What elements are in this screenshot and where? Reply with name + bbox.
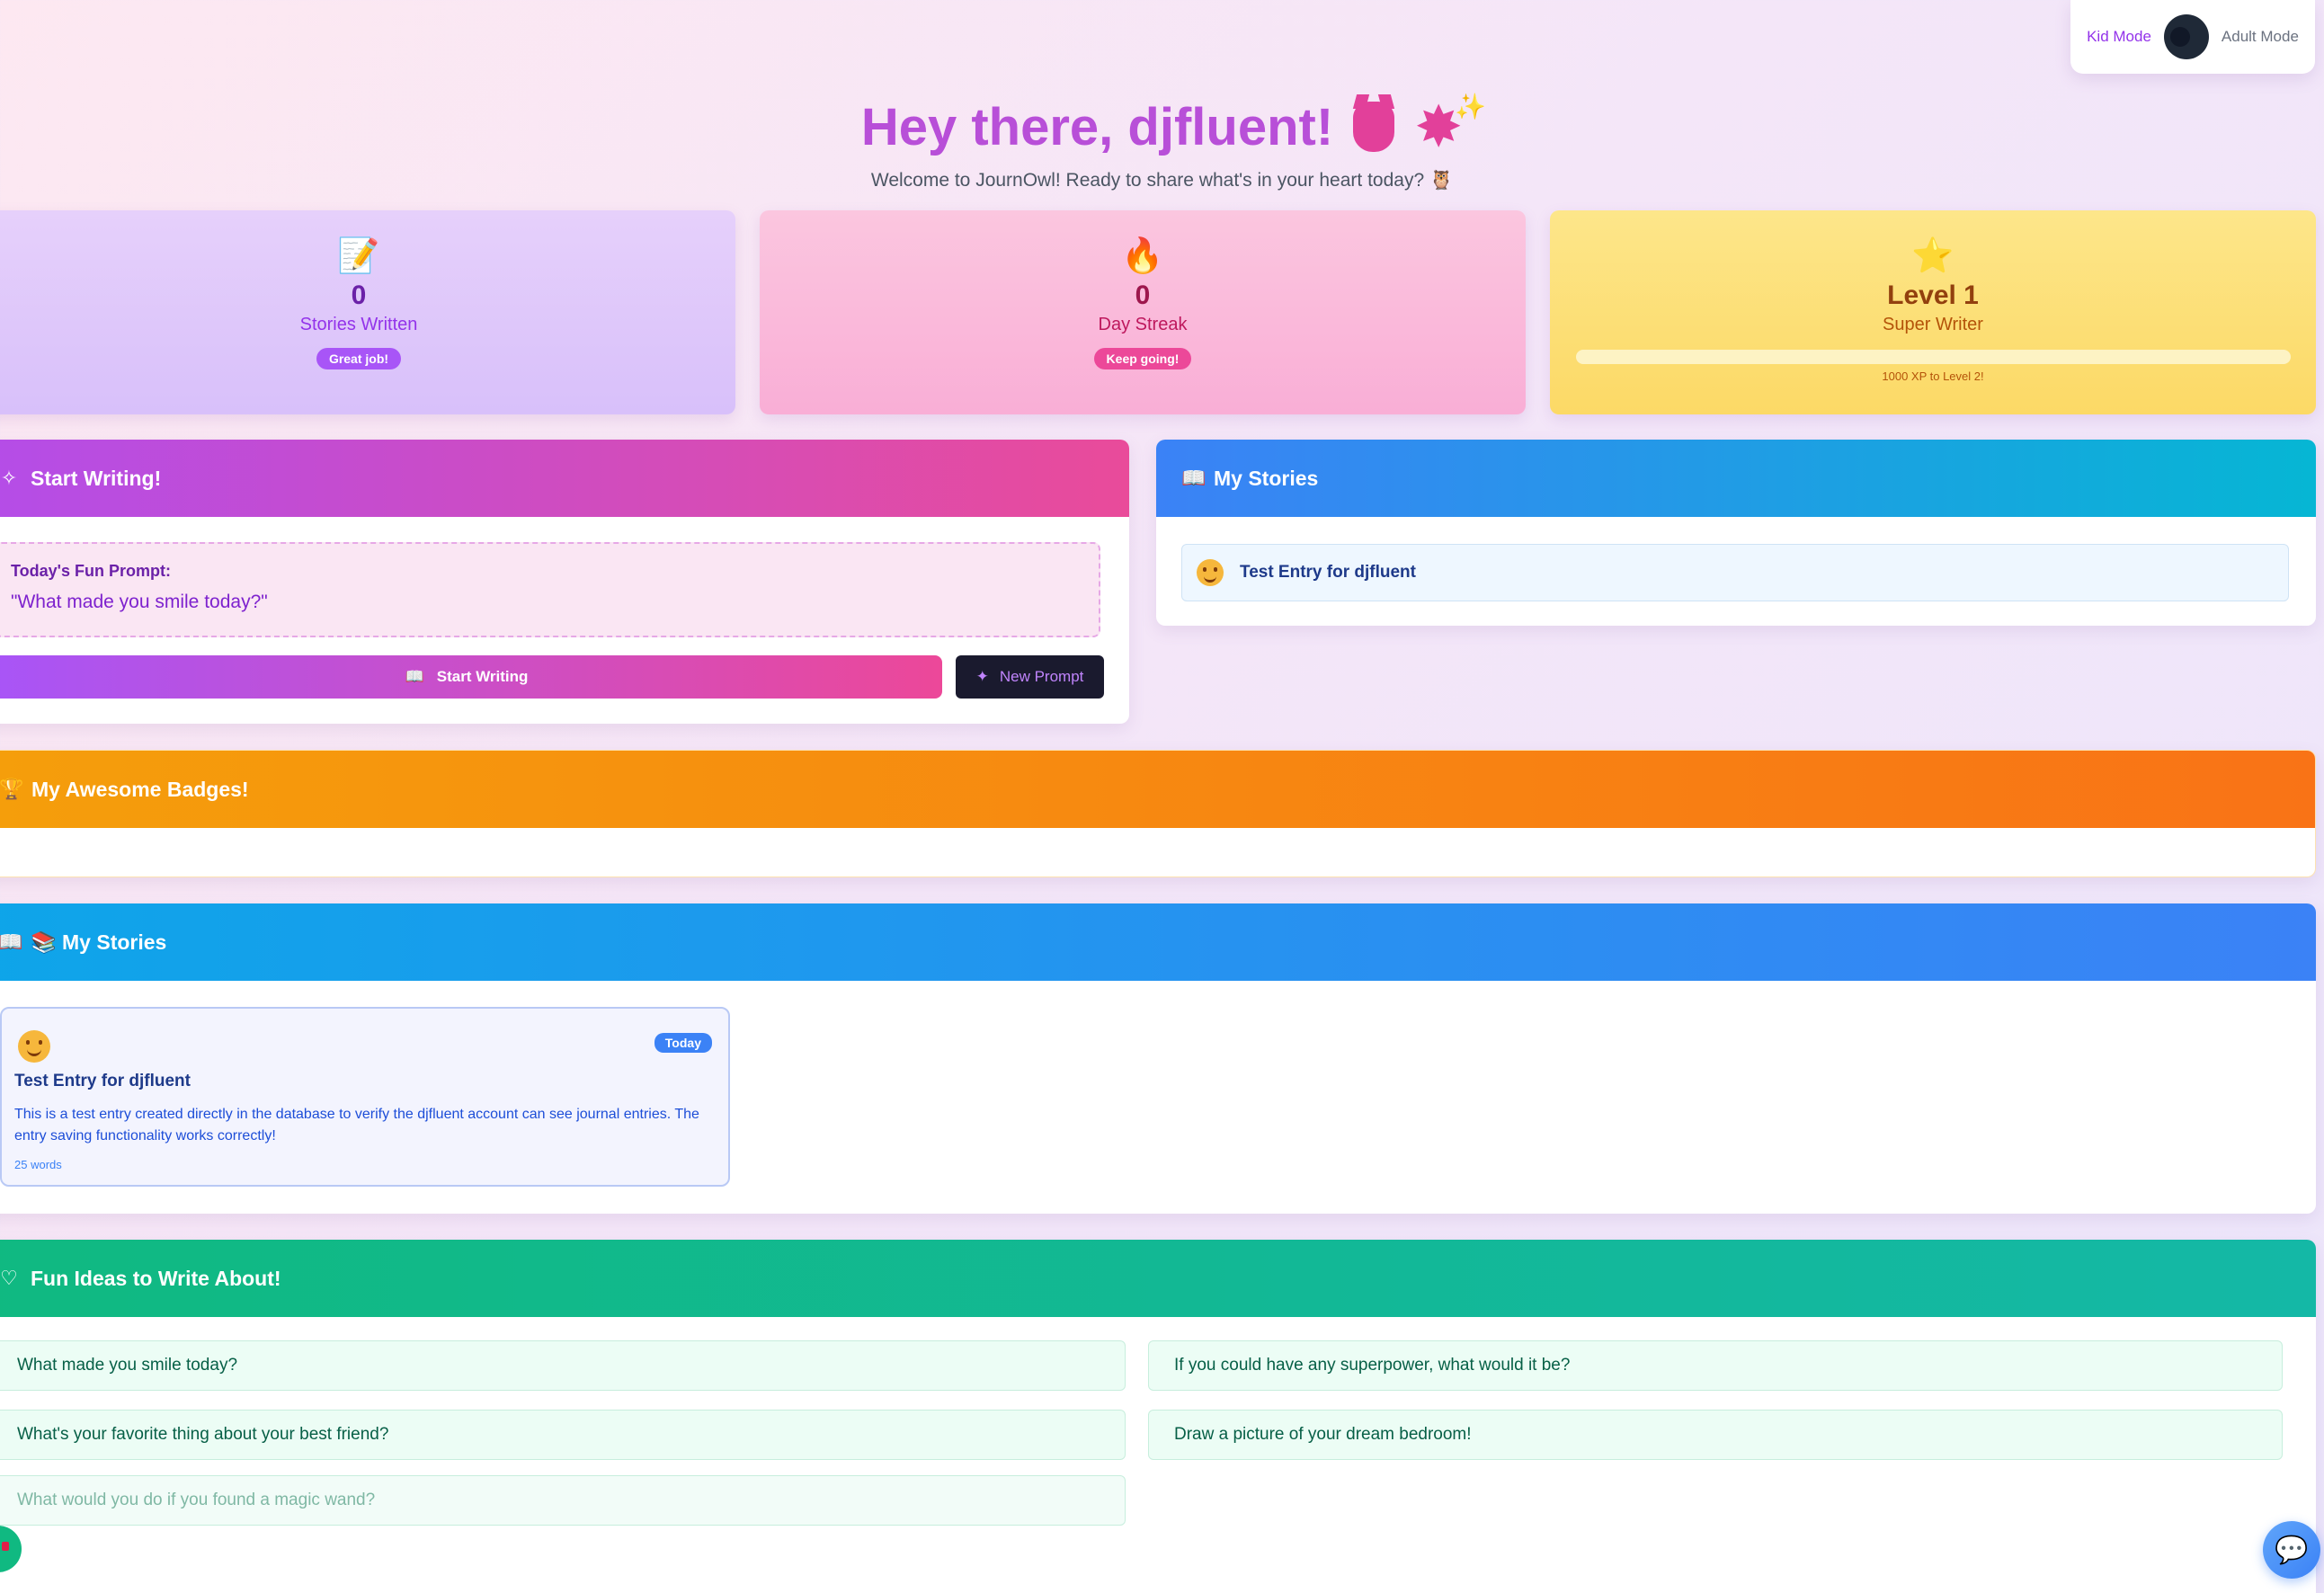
- star-icon: ⭐: [1911, 237, 1954, 275]
- start-writing-button-label: Start Writing: [436, 668, 529, 685]
- my-stories-side-panel: 📖 My Stories Test Entry for djfluent: [1156, 440, 2316, 626]
- idea-item[interactable]: What's your favorite thing about your be…: [0, 1410, 1126, 1460]
- fun-ideas-header: ♡ Fun Ideas to Write About!: [0, 1240, 2316, 1317]
- idea-item[interactable]: What made you smile today?: [0, 1340, 1126, 1391]
- fire-icon: 🔥: [1121, 237, 1164, 275]
- sparkle-icon: ✨: [1455, 93, 1487, 120]
- start-writing-header: ✧ Start Writing!: [0, 440, 1129, 517]
- trophy-icon: 🏆: [0, 778, 24, 800]
- today-badge: Today: [654, 1033, 712, 1053]
- sparkles-icon: ✦: [975, 668, 989, 685]
- stories-badge: Great job!: [316, 348, 402, 369]
- mode-toggle: Kid Mode Adult Mode: [2070, 0, 2315, 74]
- my-stories-panel: 📖 📚 My Stories Today Test Entry for djfl…: [0, 903, 2316, 1214]
- page-title: Hey there, djfluent! ✸ ✨: [860, 85, 1486, 168]
- badges-panel: 🏆 My Awesome Badges!: [0, 750, 2316, 877]
- idea-item[interactable]: What would you do if you found a magic w…: [0, 1475, 1126, 1526]
- prompt-text: "What made you smile today?": [11, 592, 268, 612]
- streak-label: Day Streak: [1098, 315, 1188, 334]
- my-stories-title: 📚 My Stories: [31, 930, 167, 954]
- book-icon: 📖: [405, 668, 424, 685]
- day-streak-card: 🔥 0 Day Streak Keep going!: [760, 210, 1526, 414]
- smiley-icon: [1197, 559, 1224, 586]
- smiley-icon: [18, 1030, 50, 1063]
- xp-text: 1000 XP to Level 2!: [1882, 369, 1984, 383]
- adult-mode-label[interactable]: Adult Mode: [2222, 28, 2299, 46]
- hero: Hey there, djfluent! ✸ ✨ Welcome to Journ…: [0, 85, 2324, 191]
- owl-icon: [1353, 102, 1395, 152]
- story-word-count: 25 words: [14, 1158, 62, 1171]
- story-card[interactable]: Today Test Entry for djfluent This is a …: [0, 1007, 730, 1187]
- my-stories-header: 📖 📚 My Stories: [0, 903, 2316, 981]
- mode-switch[interactable]: [2163, 14, 2209, 59]
- level-card: ⭐ Level 1 Super Writer 1000 XP to Level …: [1550, 210, 2316, 414]
- start-writing-panel: ✧ Start Writing! Today's Fun Prompt: "Wh…: [0, 440, 1129, 724]
- welcome-subtitle: Welcome to JournOwl! Ready to share what…: [870, 170, 1454, 191]
- level-value: Level 1: [1887, 280, 1979, 310]
- story-list-title: Test Entry for djfluent: [1240, 563, 1416, 582]
- stories-label: Stories Written: [299, 315, 418, 334]
- fun-ideas-title: Fun Ideas to Write About!: [31, 1266, 281, 1290]
- story-card-title: Test Entry for djfluent: [14, 1072, 191, 1090]
- badges-header: 🏆 My Awesome Badges!: [0, 751, 2315, 828]
- story-card-excerpt: This is a test entry created directly in…: [14, 1107, 699, 1144]
- start-writing-button[interactable]: 📖 Start Writing: [0, 655, 942, 699]
- badges-title: My Awesome Badges!: [31, 777, 249, 801]
- greeting-text: Hey there, djfluent!: [860, 97, 1334, 156]
- book-open-icon: 📖: [1181, 467, 1207, 489]
- my-stories-side-header: 📖 My Stories: [1156, 440, 2316, 517]
- splat-icon: ✸ ✨: [1414, 93, 1486, 156]
- xp-progress-bar: [1575, 350, 2291, 364]
- new-prompt-label: New Prompt: [999, 668, 1084, 685]
- kid-mode-label[interactable]: Kid Mode: [2087, 28, 2151, 46]
- level-label: Super Writer: [1883, 315, 1983, 334]
- prompt-label: Today's Fun Prompt:: [11, 562, 171, 580]
- chat-button[interactable]: 💬: [2263, 1521, 2320, 1579]
- my-stories-side-title: My Stories: [1214, 466, 1319, 490]
- start-writing-title: Start Writing!: [31, 466, 162, 490]
- new-prompt-button[interactable]: ✦ New Prompt: [956, 655, 1104, 699]
- chat-bubble-icon: 💬: [2275, 1535, 2309, 1565]
- memo-icon: 📝: [337, 237, 380, 275]
- sparkles-icon: ✧: [0, 467, 18, 489]
- heart-icon: ♡: [0, 1267, 18, 1289]
- stories-count: 0: [351, 280, 367, 310]
- idea-item[interactable]: If you could have any superpower, what w…: [1148, 1340, 2283, 1391]
- streak-count: 0: [1135, 280, 1151, 310]
- book-open-icon: 📖: [0, 930, 23, 953]
- prompt-box: Today's Fun Prompt: "What made you smile…: [0, 542, 1100, 637]
- story-list-item[interactable]: Test Entry for djfluent: [1181, 544, 2289, 601]
- fun-ideas-panel: ♡ Fun Ideas to Write About! What made yo…: [0, 1240, 2316, 1593]
- streak-badge: Keep going!: [1093, 348, 1192, 369]
- stories-written-card: 📝 0 Stories Written Great job!: [0, 210, 735, 414]
- idea-item[interactable]: Draw a picture of your dream bedroom!: [1148, 1410, 2283, 1460]
